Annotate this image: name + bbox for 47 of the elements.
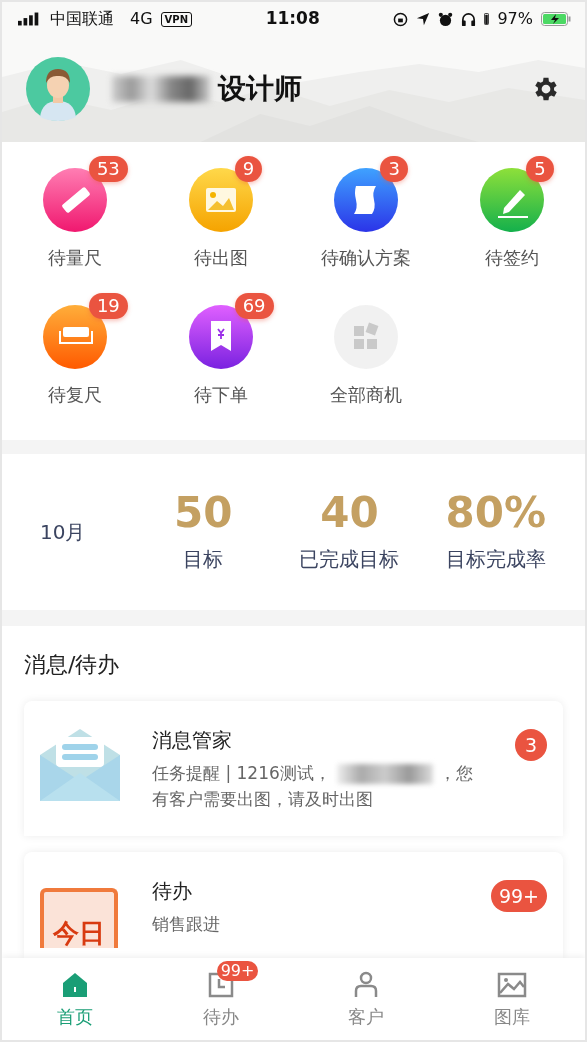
count-badge: 53 — [88, 156, 128, 182]
count-badge: 9 — [234, 156, 263, 182]
shortcut-label[interactable]: 待出图 — [193, 244, 248, 271]
message-title: 消息管家 — [152, 727, 233, 754]
message-card[interactable]: 今日 待办 销售跟进 99+ — [24, 852, 563, 958]
headphones-icon — [461, 11, 477, 27]
shortcut-label[interactable]: 待复尺 — [47, 381, 102, 408]
count-badge: 5 — [526, 156, 554, 182]
tab-button[interactable]: 99+ 待办 — [147, 958, 294, 1040]
count-badge: 99+ — [216, 960, 259, 981]
stat-value: 50 — [173, 489, 233, 537]
status-time: 11:08 — [264, 7, 321, 31]
count-badge: 19 — [88, 293, 128, 319]
user-name: 设计师 — [90, 68, 531, 110]
calendar-icon: 今日 — [40, 888, 118, 948]
battery-level-icon — [484, 12, 490, 26]
message-title: 待办 — [152, 878, 193, 905]
avatar-icon[interactable] — [26, 57, 90, 121]
tab-button[interactable]: 首页 — [2, 958, 148, 1040]
count-badge: 99+ — [490, 880, 547, 912]
stat-label: 已完成目标 — [299, 546, 400, 574]
stat-label: 目标完成率 — [445, 546, 546, 574]
month-label: 10月 — [40, 519, 87, 546]
tab-button[interactable]: 客户 — [293, 958, 440, 1040]
battery-percent: 97% — [497, 8, 533, 30]
count-badge: 3 — [380, 156, 408, 182]
message-card[interactable]: 消息管家 任务提醒 | 1216测试， ，您有客户需要出图，请及时出图 3 — [24, 701, 563, 836]
shortcut-label[interactable]: 全部商机 — [330, 381, 403, 408]
count-badge: 69 — [234, 293, 274, 319]
rotation-lock-icon — [393, 11, 409, 27]
tab-button[interactable]: 图库 — [439, 958, 585, 1040]
stat-value: 80% — [445, 489, 547, 537]
count-badge: 3 — [515, 729, 547, 761]
message-text: 任务提醒 | 1216测试， ，您有客户需要出图，请及时出图 — [152, 762, 474, 811]
network-type: 4G — [130, 8, 153, 30]
battery-icon — [541, 12, 571, 26]
shortcut-label[interactable]: 待量尺 — [47, 244, 102, 271]
stat-label: 目标 — [183, 546, 224, 574]
shortcut-label[interactable]: 待下单 — [193, 381, 248, 408]
vpn-badge: VPN — [160, 11, 192, 27]
section-title: 消息/待办 — [24, 651, 121, 679]
message-text: 销售跟进 — [152, 913, 221, 936]
shortcut-label[interactable]: 待签约 — [485, 244, 540, 271]
location-icon — [416, 12, 431, 26]
stat-value: 40 — [320, 489, 379, 537]
carrier-name: 中国联通 — [50, 8, 114, 30]
shortcut-label[interactable]: 待确认方案 — [321, 244, 412, 271]
